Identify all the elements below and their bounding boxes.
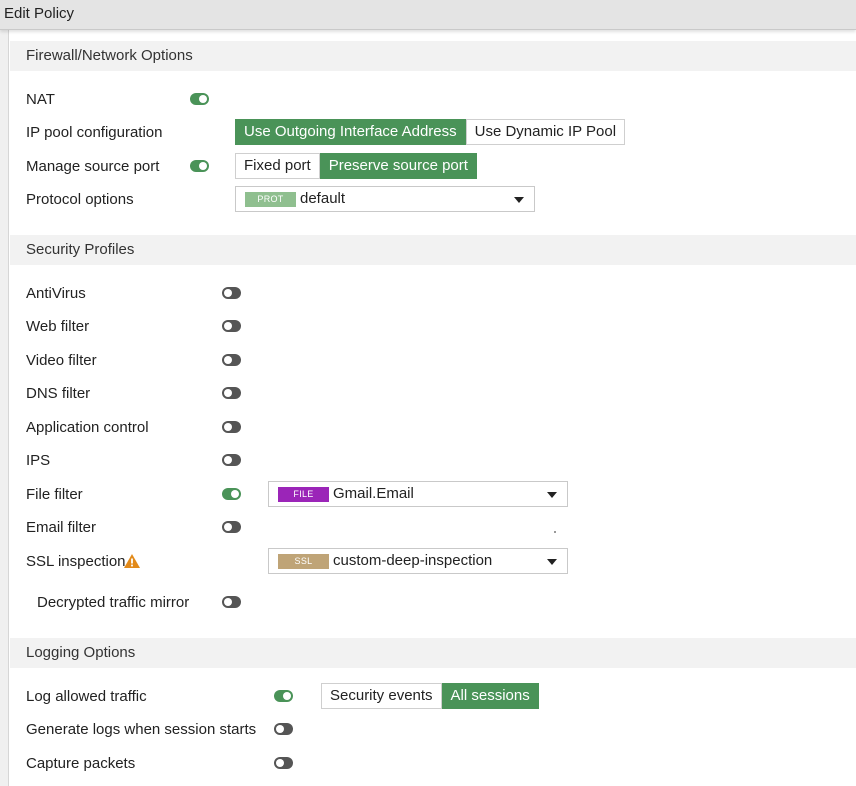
file-filter-value: Gmail.Email xyxy=(333,485,414,502)
ips-label: IPS xyxy=(26,452,51,469)
ssl-badge: SSL xyxy=(278,554,329,569)
section-header-logging: Logging Options xyxy=(10,638,856,668)
protocol-options-select[interactable]: PROT default xyxy=(235,186,535,212)
ip-pool-outgoing-button[interactable]: Use Outgoing Interface Address xyxy=(235,119,466,145)
section-title: Security Profiles xyxy=(26,241,135,258)
application-control-label: Application control xyxy=(26,419,149,436)
source-port-toggle[interactable] xyxy=(190,160,209,172)
prot-badge: PROT xyxy=(245,192,296,207)
video-filter-label: Video filter xyxy=(26,352,97,369)
dns-filter-toggle[interactable] xyxy=(222,387,241,399)
file-filter-toggle[interactable] xyxy=(222,488,241,500)
protocol-options-label: Protocol options xyxy=(26,191,134,208)
web-filter-label: Web filter xyxy=(26,318,90,335)
ips-toggle[interactable] xyxy=(222,454,241,466)
antivirus-label: AntiVirus xyxy=(26,285,86,302)
log-mode-segmented: Security events All sessions xyxy=(321,683,539,709)
section-title: Logging Options xyxy=(26,644,136,661)
log-allowed-traffic-label: Log allowed traffic xyxy=(26,688,147,705)
fixed-port-button[interactable]: Fixed port xyxy=(235,153,320,179)
nat-label: NAT xyxy=(26,91,55,108)
ssl-inspection-select[interactable]: SSL custom-deep-inspection xyxy=(268,548,568,574)
ip-pool-dynamic-button[interactable]: Use Dynamic IP Pool xyxy=(465,119,626,145)
ip-pool-segmented: Use Outgoing Interface Address Use Dynam… xyxy=(235,119,626,145)
caret-down-icon xyxy=(547,559,557,565)
decrypted-traffic-mirror-label: Decrypted traffic mirror xyxy=(37,594,190,611)
caret-down-icon xyxy=(514,197,524,203)
source-port-label: Manage source port xyxy=(26,158,160,175)
window-title: Edit Policy xyxy=(4,5,75,22)
ssl-inspection-value: custom-deep-inspection xyxy=(333,552,493,569)
protocol-options-value: default xyxy=(300,190,346,207)
nat-toggle[interactable] xyxy=(190,93,209,105)
dns-filter-label: DNS filter xyxy=(26,385,91,402)
session-start-logs-toggle[interactable] xyxy=(274,723,293,735)
all-sessions-button[interactable]: All sessions xyxy=(441,683,539,709)
preserve-source-port-button[interactable]: Preserve source port xyxy=(319,153,477,179)
file-badge: FILE xyxy=(278,487,329,502)
title-bar: Edit Policy xyxy=(0,0,856,30)
file-filter-label: File filter xyxy=(26,486,83,503)
caret-down-icon xyxy=(547,492,557,498)
capture-packets-toggle[interactable] xyxy=(274,757,293,769)
stray-dot xyxy=(554,531,556,533)
log-allowed-traffic-toggle[interactable] xyxy=(274,690,293,702)
decrypted-traffic-mirror-toggle[interactable] xyxy=(222,596,241,608)
ssl-inspection-label: SSL inspection xyxy=(26,553,126,570)
antivirus-toggle[interactable] xyxy=(222,287,241,299)
email-filter-label: Email filter xyxy=(26,519,97,536)
section-header-security: Security Profiles xyxy=(10,235,856,265)
ip-pool-label: IP pool configuration xyxy=(26,124,163,141)
email-filter-toggle[interactable] xyxy=(222,521,241,533)
capture-packets-label: Capture packets xyxy=(26,755,136,772)
section-header-firewall: Firewall/Network Options xyxy=(10,41,856,71)
video-filter-toggle[interactable] xyxy=(222,354,241,366)
web-filter-toggle[interactable] xyxy=(222,320,241,332)
source-port-segmented: Fixed port Preserve source port xyxy=(235,153,477,179)
warning-triangle-icon[interactable] xyxy=(123,553,141,569)
section-title: Firewall/Network Options xyxy=(26,47,193,64)
security-events-button[interactable]: Security events xyxy=(321,683,442,709)
file-filter-select[interactable]: FILE Gmail.Email xyxy=(268,481,568,507)
application-control-toggle[interactable] xyxy=(222,421,241,433)
session-start-logs-label: Generate logs when session starts xyxy=(26,721,257,738)
left-rail xyxy=(0,30,9,786)
